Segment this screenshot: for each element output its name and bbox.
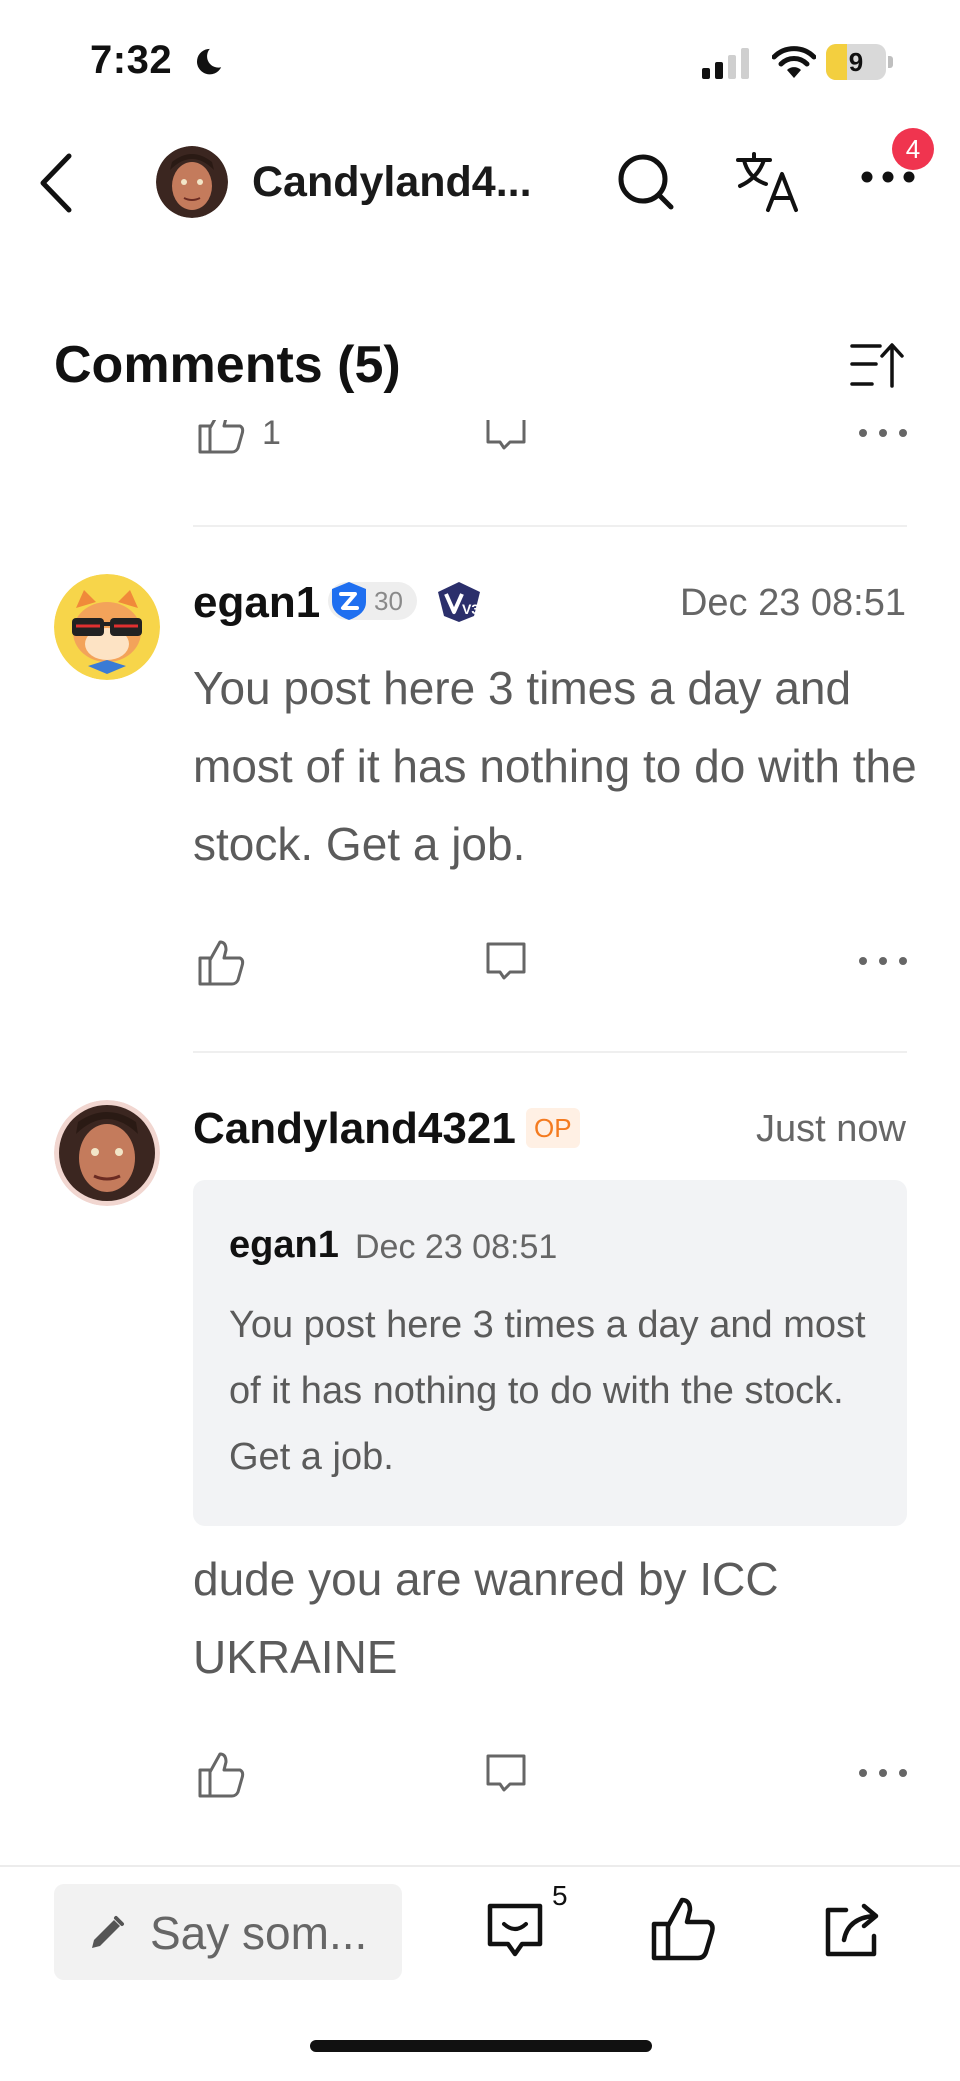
more-icon[interactable] [858,956,908,966]
op-badge: OP [526,1108,580,1148]
back-button[interactable] [36,152,76,214]
like-icon[interactable] [196,1750,246,1798]
more-icon[interactable] [858,428,908,438]
verified-badge: 30 [328,582,417,620]
home-indicator [310,2040,652,2052]
notification-badge: 4 [892,128,934,170]
like-count: 1 [262,420,281,452]
reply-icon[interactable] [484,1752,528,1796]
comment-username[interactable]: egan1 [193,578,320,628]
like-icon[interactable] [196,938,246,986]
share-icon[interactable] [822,1900,884,1958]
comment-input-placeholder: Say som... [150,1907,368,1959]
divider [193,525,907,527]
divider [193,1051,907,1053]
like-icon[interactable] [196,420,246,454]
reply-icon[interactable] [484,420,528,454]
battery-level: 9 [848,47,864,77]
comment-icon[interactable] [484,1900,546,1962]
partial-action-row: 1 [0,420,960,460]
comment-timestamp: Dec 23 08:51 [679,582,906,624]
avatar[interactable] [156,146,228,218]
like-icon[interactable] [650,1896,716,1962]
more-icon[interactable] [860,170,916,184]
comments-heading: Comments (5) [54,336,401,394]
svg-text:V3: V3 [462,601,479,617]
status-time: 7:32 [90,38,173,82]
page-title: Candyland4... [252,158,532,206]
reply-icon[interactable] [484,940,528,984]
more-icon[interactable] [858,1768,908,1778]
translate-icon[interactable] [734,150,802,214]
level-label: 30 [374,586,403,616]
comment-username[interactable]: Candyland4321 [193,1104,516,1154]
pencil-icon [88,1914,126,1952]
avatar[interactable] [54,574,160,680]
comment-timestamp: Just now [756,1108,906,1150]
comment-input[interactable]: Say som... [54,1884,402,1980]
comment-text: dude you are wanred by ICC UKRAINE [193,1553,779,1683]
quote-username: egan1 [229,1224,339,1266]
signal-icon [700,46,752,80]
quote-text: You post here 3 times a day and most of … [229,1304,866,1478]
sort-icon[interactable] [850,340,904,390]
quote-timestamp: Dec 23 08:51 [355,1228,558,1266]
comment-count: 5 [552,1880,568,1911]
wifi-icon [772,44,816,80]
vip-badge-icon: V3 [434,580,484,624]
moon-icon [190,46,224,80]
search-icon[interactable] [616,152,676,212]
comment-text: You post here 3 times a day and most of … [193,662,917,870]
battery-indicator: 9 [826,44,894,80]
avatar[interactable] [54,1100,160,1206]
quoted-comment[interactable]: egan1 Dec 23 08:51 You post here 3 times… [193,1180,907,1526]
